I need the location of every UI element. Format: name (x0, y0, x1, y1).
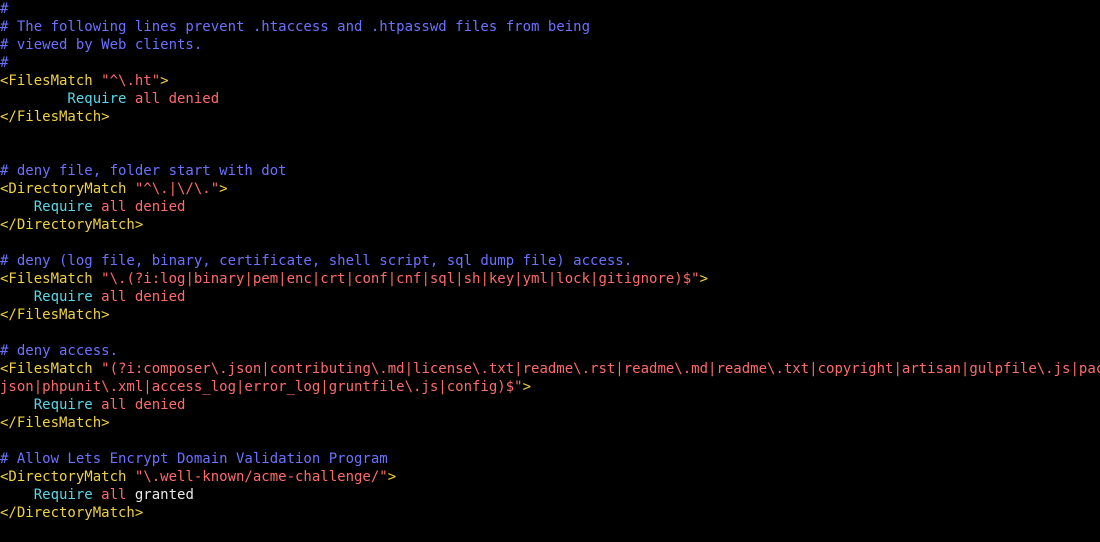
code-line[interactable]: # deny access. (0, 342, 1100, 360)
code-token-tag: <DirectoryMatch (0, 181, 135, 197)
code-line[interactable]: # viewed by Web clients. (0, 36, 1100, 54)
code-line[interactable]: # The following lines prevent .htaccess … (0, 18, 1100, 36)
terminal-editor[interactable]: # # The following lines prevent .htaccess… (0, 0, 1100, 542)
code-line[interactable]: # (0, 54, 1100, 72)
code-token-str: "\.(?i:log|binary|pem|enc|crt|conf|cnf|s… (101, 271, 700, 287)
code-line[interactable]: </FilesMatch> (0, 306, 1100, 324)
code-token-tag: > (160, 73, 169, 89)
code-token-tag: </FilesMatch> (0, 307, 110, 323)
code-line[interactable] (0, 126, 1100, 144)
code-token-val: all denied (101, 289, 186, 305)
code-line[interactable] (0, 234, 1100, 252)
code-line[interactable]: <FilesMatch "(?i:composer\.json|contribu… (0, 360, 1100, 378)
code-line[interactable]: Require all denied (0, 396, 1100, 414)
code-token-comment: # deny file, folder start with dot (0, 163, 287, 179)
code-line[interactable]: <DirectoryMatch "^\.|\/\."> (0, 180, 1100, 198)
code-token-str: "(?i:composer\.json|contributing\.md|lic… (101, 361, 1100, 377)
code-token-str: "\.well-known/acme-challenge/" (134, 469, 388, 485)
code-token-tag: > (219, 181, 228, 197)
code-token-comment: # (0, 55, 9, 71)
code-line[interactable]: </DirectoryMatch> (0, 504, 1100, 522)
code-token-str: "^\.|\/\." (134, 181, 220, 197)
code-line[interactable]: <DirectoryMatch "\.well-known/acme-chall… (0, 468, 1100, 486)
code-line[interactable]: <FilesMatch "\.(?i:log|binary|pem|enc|cr… (0, 270, 1100, 288)
code-token-comment: # viewed by Web clients. (0, 37, 203, 53)
code-token-granted: granted (134, 487, 194, 503)
code-token-comment: # Allow Lets Encrypt Domain Validation P… (0, 451, 388, 467)
code-token-str: "^\.ht" (101, 73, 161, 89)
code-line[interactable]: Require all denied (0, 198, 1100, 216)
code-line[interactable]: # deny file, folder start with dot (0, 162, 1100, 180)
code-line[interactable]: Require all granted (0, 486, 1100, 504)
code-line[interactable]: # Allow Lets Encrypt Domain Validation P… (0, 450, 1100, 468)
code-token-kw: Require (0, 91, 135, 107)
code-token-tag: <FilesMatch (0, 73, 102, 89)
code-line[interactable]: </FilesMatch> (0, 108, 1100, 126)
code-line[interactable]: # deny (log file, binary, certificate, s… (0, 252, 1100, 270)
code-line[interactable]: </FilesMatch> (0, 414, 1100, 432)
code-token-tag: > (387, 469, 397, 485)
code-token-tag: <FilesMatch (0, 271, 102, 287)
code-token-tag: > (522, 379, 532, 395)
code-line[interactable]: </DirectoryMatch> (0, 216, 1100, 234)
code-token-val: all denied (101, 397, 186, 413)
code-token-val: all denied (134, 91, 220, 107)
code-token-tag: </FilesMatch> (0, 415, 110, 431)
code-token-val: all denied (101, 199, 186, 215)
code-token-tag: </FilesMatch> (0, 109, 110, 125)
code-token-tag: <DirectoryMatch (0, 469, 135, 485)
code-token-kw: Require (0, 199, 102, 215)
code-token-comment: # The following lines prevent .htaccess … (0, 19, 591, 35)
code-token-str: json|phpunit\.xml|access_log|error_log|g… (0, 379, 523, 395)
code-token-comment: # (0, 1, 9, 17)
code-token-tag: > (699, 271, 709, 287)
code-line[interactable]: # (0, 0, 1100, 18)
code-token-kw: Require (0, 487, 102, 503)
code-token-comment: # deny (log file, binary, certificate, s… (0, 253, 633, 269)
code-token-tag: </DirectoryMatch> (0, 217, 144, 233)
code-token-val: all (101, 487, 135, 503)
code-line[interactable]: <FilesMatch "^\.ht"> (0, 72, 1100, 90)
code-token-comment: # deny access. (0, 343, 119, 359)
code-token-tag: <FilesMatch (0, 361, 102, 377)
code-token-kw: Require (0, 397, 102, 413)
code-token-tag: </DirectoryMatch> (0, 505, 144, 521)
code-line[interactable] (0, 144, 1100, 162)
code-line[interactable]: Require all denied (0, 90, 1100, 108)
code-token-kw: Require (0, 289, 102, 305)
code-line[interactable] (0, 432, 1100, 450)
code-line[interactable] (0, 324, 1100, 342)
code-line[interactable]: json|phpunit\.xml|access_log|error_log|g… (0, 378, 1100, 396)
code-line[interactable]: Require all denied (0, 288, 1100, 306)
